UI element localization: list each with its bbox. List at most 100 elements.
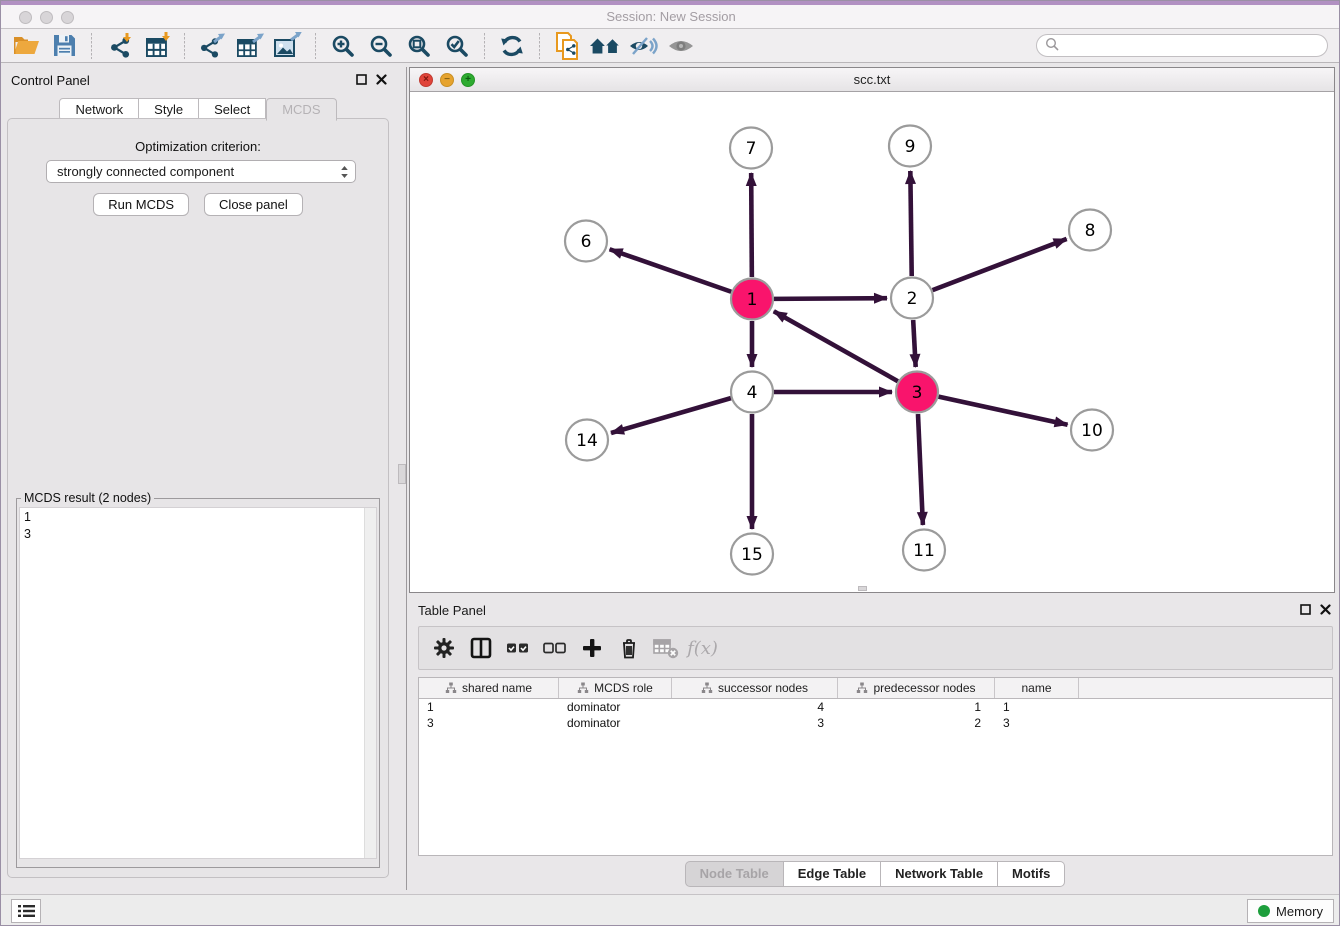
vertical-splitter[interactable] [395, 67, 409, 890]
graph-node-2[interactable]: 2 [891, 278, 933, 319]
network-bottom-handle[interactable] [858, 586, 867, 591]
select-all-columns-button[interactable] [499, 634, 536, 662]
graph-node-14[interactable]: 14 [566, 420, 608, 461]
table-cell[interactable]: 3 [419, 715, 559, 731]
import-network-button[interactable] [100, 32, 138, 60]
edge-2-9[interactable] [910, 171, 911, 276]
delete-columns-button[interactable] [610, 634, 647, 662]
search-field[interactable] [1036, 34, 1328, 57]
unselect-all-columns-button[interactable] [536, 634, 573, 662]
tab-node-table[interactable]: Node Table [685, 861, 784, 887]
graph-node-10[interactable]: 10 [1071, 410, 1113, 451]
network-window-titlebar[interactable]: scc.txt × − + [410, 68, 1334, 92]
run-mcds-button[interactable]: Run MCDS [93, 193, 189, 216]
zoom-out-button[interactable] [362, 32, 400, 60]
column-header-successor-nodes[interactable]: successor nodes [672, 678, 838, 698]
tab-edge-table[interactable]: Edge Table [784, 861, 881, 887]
table-settings-button[interactable] [425, 634, 462, 662]
graph-node-9[interactable]: 9 [889, 126, 931, 167]
graph-node-6[interactable]: 6 [565, 221, 607, 262]
table-cell[interactable]: 3 [672, 715, 838, 731]
table-cell[interactable]: 2 [838, 715, 995, 731]
zoom-selected-button[interactable] [438, 32, 476, 60]
export-network-button[interactable] [193, 32, 231, 60]
table-cell[interactable]: 1 [419, 699, 559, 715]
window-title: Session: New Session [1, 5, 1340, 29]
table-cell[interactable]: dominator [559, 699, 672, 715]
close-panel-icon[interactable] [376, 73, 387, 88]
graph-node-3[interactable]: 3 [896, 372, 938, 413]
edge-4-14[interactable] [611, 398, 731, 433]
splitter-handle[interactable] [398, 464, 406, 484]
save-session-button[interactable] [45, 32, 83, 60]
table-row[interactable]: 3dominator323 [419, 715, 1332, 731]
mcds-result-area[interactable]: 13 [19, 507, 377, 859]
network-minimize-button[interactable]: − [440, 73, 454, 87]
criterion-select[interactable]: strongly connected component [46, 160, 356, 183]
edge-3-11[interactable] [918, 414, 923, 525]
network-close-button[interactable]: × [419, 73, 433, 87]
memory-button[interactable]: Memory [1247, 899, 1334, 923]
edge-3-1[interactable] [774, 311, 898, 381]
table-row[interactable]: 1dominator411 [419, 699, 1332, 715]
table-toolbar: f(x) [418, 626, 1333, 670]
delete-table-button[interactable] [647, 634, 684, 662]
export-image-button[interactable] [269, 32, 307, 60]
tab-motifs[interactable]: Motifs [998, 861, 1065, 887]
column-header-MCDS-role[interactable]: MCDS role [559, 678, 672, 698]
edge-2-8[interactable] [933, 239, 1067, 290]
graph-node-7[interactable]: 7 [730, 128, 772, 169]
zoom-fit-button[interactable] [400, 32, 438, 60]
node-table-body: 1dominator4113dominator323 [419, 699, 1332, 731]
float-panel-icon[interactable] [356, 73, 367, 88]
export-table-button[interactable] [231, 32, 269, 60]
zoom-in-button[interactable] [324, 32, 362, 60]
create-column-button[interactable] [573, 634, 610, 662]
show-columns-button[interactable] [462, 634, 499, 662]
mcds-result-line: 1 [24, 509, 31, 526]
task-history-button[interactable] [11, 899, 41, 923]
edge-3-10[interactable] [938, 397, 1067, 425]
edge-1-7[interactable] [751, 173, 752, 277]
table-cell[interactable]: 1 [838, 699, 995, 715]
edge-1-6[interactable] [610, 249, 732, 291]
edge-2-3[interactable] [913, 320, 916, 367]
hide-selected-button[interactable] [624, 32, 662, 60]
tab-mcds[interactable]: MCDS [266, 98, 336, 121]
tab-network-table[interactable]: Network Table [881, 861, 998, 887]
import-table-button[interactable] [138, 32, 176, 60]
clone-network-button[interactable] [548, 32, 586, 60]
control-panel: Control Panel NetworkStyleSelectMCDS Opt… [1, 67, 395, 890]
graph-node-1[interactable]: 1 [731, 279, 773, 320]
table-cell[interactable]: dominator [559, 715, 672, 731]
toolbar-separator [539, 33, 540, 59]
column-header-name[interactable]: name [995, 678, 1079, 698]
search-input[interactable] [1064, 38, 1308, 54]
apply-layout-button[interactable] [493, 32, 531, 60]
graph-node-8[interactable]: 8 [1069, 210, 1111, 251]
node-table[interactable]: shared name MCDS role successor nodes pr… [418, 677, 1333, 856]
column-header-shared-name[interactable]: shared name [419, 678, 559, 698]
column-type-icon [577, 682, 589, 694]
table-cell[interactable]: 1 [995, 699, 1079, 715]
network-maximize-button[interactable]: + [461, 73, 475, 87]
close-table-panel-icon[interactable] [1320, 603, 1331, 618]
table-cell[interactable]: 4 [672, 699, 838, 715]
graph-node-4[interactable]: 4 [731, 372, 773, 413]
table-cell[interactable]: 3 [995, 715, 1079, 731]
float-table-panel-icon[interactable] [1300, 603, 1311, 618]
network-graph-canvas[interactable]: 7 9 6 8 1 2 4 3 14 10 15 11 [410, 92, 1334, 592]
first-neighbors-button[interactable] [586, 32, 624, 60]
clone-network-icon [554, 32, 580, 60]
column-header-predecessor-nodes[interactable]: predecessor nodes [838, 678, 995, 698]
edge-1-2[interactable] [774, 298, 887, 299]
close-panel-button[interactable]: Close panel [204, 193, 303, 216]
open-session-button[interactable] [7, 32, 45, 60]
graph-node-15[interactable]: 15 [731, 534, 773, 575]
uncheck-all-icon [543, 641, 567, 655]
column-header-filler [1079, 678, 1332, 698]
show-all-button[interactable] [662, 32, 700, 60]
graph-node-11[interactable]: 11 [903, 530, 945, 571]
function-builder-button[interactable]: f(x) [684, 634, 721, 662]
result-scrollbar[interactable] [364, 508, 376, 858]
